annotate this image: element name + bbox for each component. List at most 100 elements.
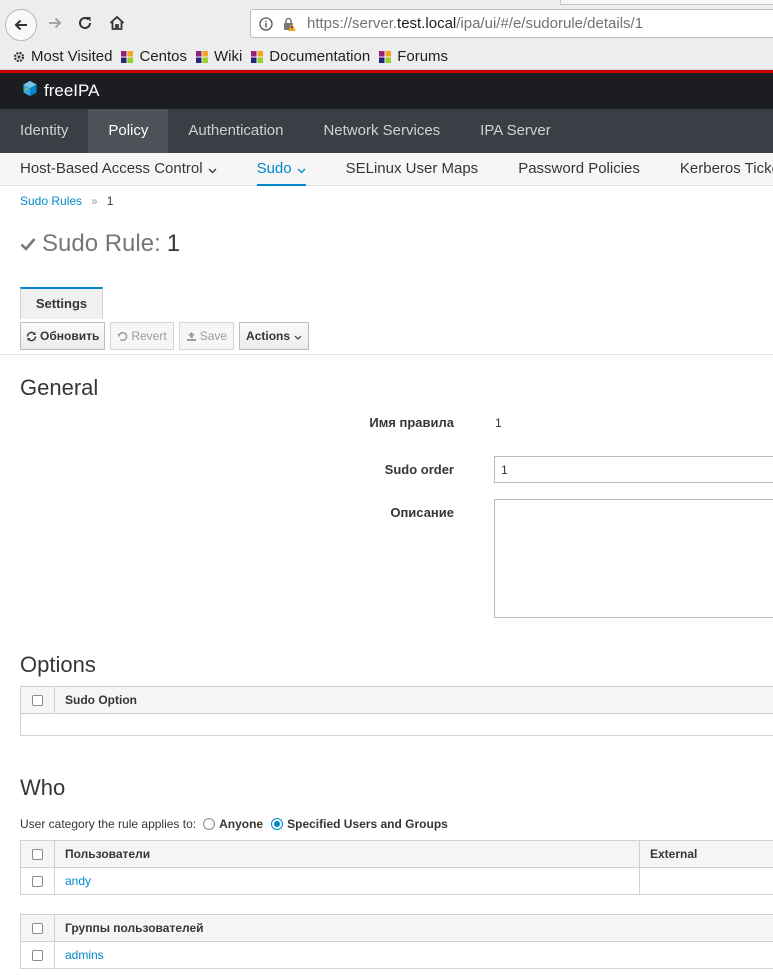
user-link[interactable]: andy: [65, 874, 91, 888]
column-sudo-option: Sudo Option: [65, 693, 137, 707]
browser-toolbar: https://server.test.local/ipa/ui/#/e/sud…: [0, 0, 773, 44]
brand-bar: freeIPA: [0, 73, 773, 109]
section-options-heading: Options: [20, 652, 96, 677]
sub-nav-sudo-label: Sudo: [256, 160, 292, 177]
actions-dropdown-button[interactable]: Actions: [239, 322, 310, 350]
page-title-type: Sudo Rule:: [42, 230, 161, 257]
centos-icon: [120, 50, 134, 64]
page-title: Sudo Rule: 1: [20, 230, 180, 258]
sudo-order-input[interactable]: [494, 456, 773, 483]
user-category-line: User category the rule applies to: Anyon…: [20, 817, 448, 831]
bookmark-documentation[interactable]: Documentation: [250, 48, 370, 65]
user-groups-table: Группы пользователей admins: [20, 914, 773, 969]
select-all-checkbox[interactable]: [32, 694, 43, 706]
refresh-icon: [26, 331, 37, 342]
table-header: Sudo Option: [21, 687, 773, 714]
refresh-button-label: Обновить: [40, 329, 100, 343]
breadcrumb-current: 1: [106, 194, 114, 208]
sub-nav-sudo[interactable]: Sudo: [237, 153, 326, 186]
rule-name-value: 1: [495, 416, 502, 430]
breadcrumb: Sudo Rules » 1: [20, 194, 113, 208]
bookmarks-bar: Most Visited Centos Wiki Documentation F…: [0, 44, 773, 70]
bookmark-centos[interactable]: Centos: [120, 48, 187, 65]
sub-nav-selinux-user-maps[interactable]: SELinux User Maps: [326, 153, 499, 186]
user-category-label: User category the rule applies to:: [20, 817, 197, 831]
main-nav-network-services[interactable]: Network Services: [303, 109, 460, 153]
sub-nav-password-policies[interactable]: Password Policies: [498, 153, 660, 186]
home-button[interactable]: [102, 8, 132, 38]
row-checkbox[interactable]: [32, 875, 43, 887]
back-button[interactable]: [5, 9, 37, 41]
divider: [0, 354, 773, 355]
users-table: Пользователи External andy: [20, 840, 773, 895]
user-cell: andy: [55, 868, 640, 894]
sub-nav: Host-Based Access Control Sudo SELinux U…: [0, 153, 773, 186]
brand-name[interactable]: freeIPA: [44, 81, 99, 101]
main-nav-ipa-server[interactable]: IPA Server: [460, 109, 571, 153]
radio-anyone-label[interactable]: Anyone: [219, 817, 263, 831]
home-icon: [109, 15, 125, 30]
select-all-cell: [21, 915, 55, 941]
table-row: andy: [21, 868, 773, 894]
breadcrumb-sudo-rules[interactable]: Sudo Rules: [20, 194, 82, 208]
save-button-label: Save: [199, 329, 228, 343]
section-who-heading: Who: [20, 775, 66, 800]
group-link[interactable]: admins: [65, 948, 104, 962]
rule-name-label: Имя правила: [369, 415, 454, 430]
table-row: admins: [21, 942, 773, 968]
refresh-button[interactable]: Обновить: [20, 322, 106, 350]
save-button[interactable]: Save: [178, 322, 235, 350]
url-text: https://server.test.local/ipa/ui/#/e/sud…: [307, 15, 644, 32]
column-external: External: [650, 847, 698, 861]
main-nav: Identity Policy Authentication Network S…: [0, 109, 773, 153]
sudo-options-table: Sudo Option: [20, 686, 773, 736]
address-bar[interactable]: https://server.test.local/ipa/ui/#/e/sud…: [250, 9, 773, 38]
main-nav-policy[interactable]: Policy: [88, 109, 169, 153]
column-user-groups: Группы пользователей: [65, 921, 204, 935]
sudo-order-label: Sudo order: [384, 462, 454, 477]
chevron-down-icon: [297, 154, 306, 185]
select-all-checkbox[interactable]: [32, 922, 43, 934]
forward-button[interactable]: [40, 8, 70, 38]
revert-button-label: Revert: [131, 329, 167, 343]
bookmark-most-visited[interactable]: Most Visited: [12, 48, 112, 65]
sub-nav-hbac-label: Host-Based Access Control: [20, 160, 203, 177]
radio-specified[interactable]: [271, 818, 284, 830]
radio-anyone[interactable]: [203, 818, 216, 830]
centos-icon: [378, 50, 392, 64]
bookmark-forums[interactable]: Forums: [378, 48, 448, 65]
actions-button-label: Actions: [246, 329, 291, 343]
revert-button[interactable]: Revert: [110, 322, 174, 350]
select-all-cell: [21, 841, 55, 867]
undo-icon: [117, 331, 128, 342]
forward-arrow-icon: [49, 17, 62, 29]
chevron-down-icon: [208, 154, 217, 185]
row-checkbox[interactable]: [32, 949, 43, 961]
select-all-checkbox[interactable]: [32, 848, 43, 860]
freeipa-logo-icon: [22, 80, 38, 103]
reload-icon: [79, 16, 91, 29]
breadcrumb-separator: »: [91, 194, 98, 208]
check-icon: [20, 237, 36, 251]
main-nav-authentication[interactable]: Authentication: [168, 109, 303, 153]
action-toolbar: Обновить Revert Save Actions: [20, 322, 314, 350]
gear-icon: [12, 50, 26, 64]
upload-icon: [186, 331, 197, 342]
radio-specified-label[interactable]: Specified Users and Groups: [287, 817, 448, 831]
column-users: Пользователи: [55, 841, 640, 867]
page-title-key: 1: [166, 230, 181, 257]
centos-icon: [195, 50, 209, 64]
tab-settings[interactable]: Settings: [20, 287, 103, 319]
description-textarea[interactable]: [494, 499, 773, 618]
sub-nav-hbac[interactable]: Host-Based Access Control: [0, 153, 237, 186]
bookmark-wiki[interactable]: Wiki: [195, 48, 242, 65]
sub-nav-kerberos-ticket[interactable]: Kerberos Ticket: [660, 153, 773, 186]
reload-button[interactable]: [70, 8, 100, 38]
chevron-down-icon: [294, 329, 302, 343]
select-all-cell: [21, 687, 55, 713]
table-empty-row: [21, 714, 773, 735]
main-nav-identity[interactable]: Identity: [0, 109, 88, 153]
info-icon[interactable]: [259, 16, 273, 31]
back-arrow-icon: [14, 19, 27, 31]
lock-warning-icon[interactable]: [281, 16, 297, 32]
